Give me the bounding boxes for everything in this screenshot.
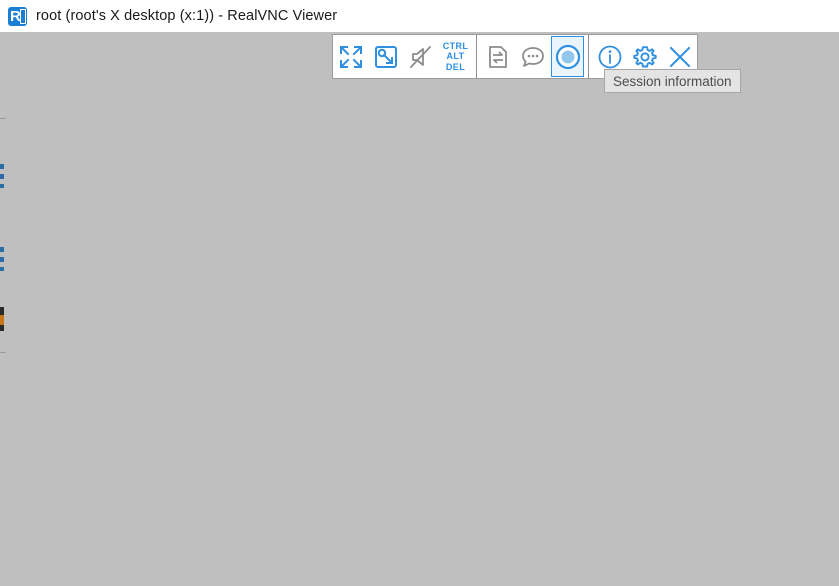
- edge-fragment: [0, 307, 4, 315]
- gear-icon: [632, 44, 658, 70]
- edge-fragment: [0, 247, 4, 252]
- remote-desktop-canvas[interactable]: [0, 32, 839, 586]
- toolbar-separator: [476, 35, 477, 78]
- fullscreen-expand-icon: [338, 44, 364, 70]
- ctrl-alt-del-label: CTRL ALT DEL: [443, 41, 469, 73]
- del-label: DEL: [445, 61, 466, 72]
- edge-fragment: [0, 184, 4, 188]
- edge-fragment: [0, 325, 4, 331]
- edge-fragment: [0, 257, 4, 262]
- chat-bubble-icon: [520, 44, 546, 70]
- ctrl-alt-del-button[interactable]: CTRL ALT DEL: [439, 36, 472, 77]
- toolbar-separator: [588, 35, 589, 78]
- scale-resize-icon: [373, 44, 399, 70]
- fullscreen-button[interactable]: [334, 36, 367, 77]
- tooltip-label: Session information: [613, 73, 732, 89]
- chat-button[interactable]: [516, 36, 549, 77]
- file-transfer-button[interactable]: [481, 36, 514, 77]
- window-titlebar: R root (root's X desktop (x:1)) - RealVN…: [0, 0, 839, 32]
- window-title: root (root's X desktop (x:1)) - RealVNC …: [36, 8, 338, 24]
- edge-divider-line: [0, 118, 6, 119]
- speaker-muted-icon: [408, 44, 434, 70]
- edge-fragment: [0, 164, 4, 169]
- session-information-button[interactable]: [551, 36, 584, 77]
- ctrl-label: CTRL: [442, 40, 469, 51]
- info-circle-icon: [597, 44, 623, 70]
- edge-divider-line: [0, 352, 6, 353]
- clipped-remote-content-strip: [0, 32, 6, 586]
- close-x-icon: [667, 44, 693, 70]
- edge-fragment: [0, 315, 4, 325]
- session-record-circle-icon: [554, 43, 582, 71]
- logo-mark: [20, 8, 26, 24]
- audio-mute-button[interactable]: [404, 36, 437, 77]
- alt-label: ALT: [446, 51, 465, 62]
- realvnc-viewer-window: R root (root's X desktop (x:1)) - RealVN…: [0, 0, 839, 586]
- realvnc-logo-icon: R: [8, 6, 27, 26]
- edge-fragment: [0, 174, 4, 179]
- file-transfer-icon: [485, 44, 511, 70]
- edge-fragment: [0, 267, 4, 271]
- scaling-button[interactable]: [369, 36, 402, 77]
- tooltip: Session information: [604, 69, 741, 93]
